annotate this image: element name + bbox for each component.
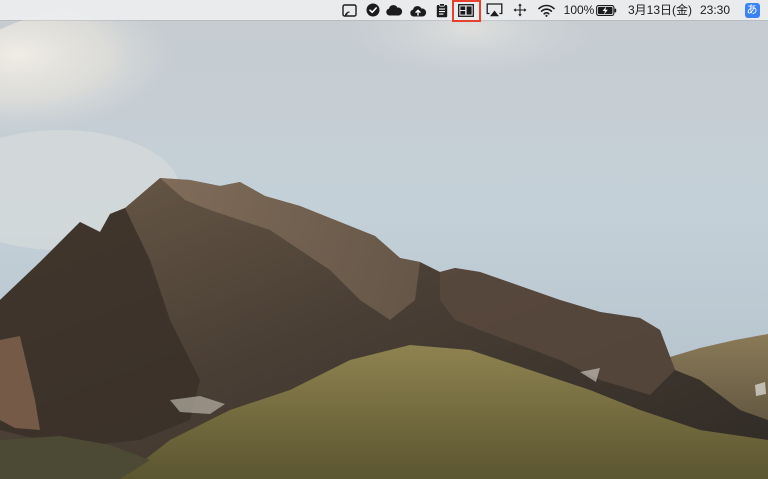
move-arrows-icon[interactable] — [511, 0, 529, 20]
wifi-icon[interactable] — [536, 0, 556, 20]
highlight-box — [452, 0, 481, 22]
wallpaper — [0, 0, 768, 479]
battery-percent: 100% — [563, 3, 595, 17]
input-method-button[interactable]: あ — [744, 0, 760, 20]
screen-mirror-icon[interactable] — [341, 0, 358, 20]
time-label[interactable]: 23:30 — [697, 0, 733, 20]
airplay-icon[interactable] — [484, 0, 504, 20]
cloud-icon[interactable] — [384, 0, 404, 20]
desktop: 100% 3月13日(金) 23:30 あ — [0, 0, 768, 479]
battery-charging-icon[interactable] — [595, 0, 617, 20]
cloud-upload-icon[interactable] — [408, 0, 428, 20]
clipboard-icon[interactable] — [434, 0, 450, 20]
date-label[interactable]: 3月13日(金) — [628, 0, 692, 20]
menu-bar: 100% 3月13日(金) 23:30 あ — [0, 0, 768, 22]
check-circle-icon[interactable] — [365, 0, 381, 20]
input-method-label: あ — [744, 2, 760, 18]
